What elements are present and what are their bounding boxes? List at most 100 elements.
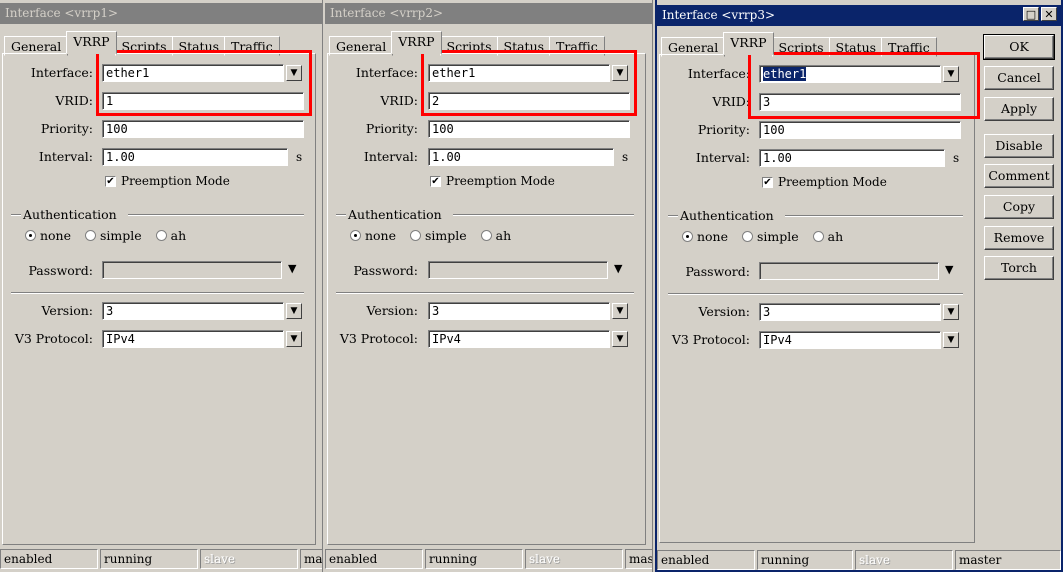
priority-input[interactable]: 100	[759, 121, 961, 139]
vrid-input[interactable]: 1	[102, 92, 304, 110]
version-label: Version:	[366, 303, 418, 318]
interval-input[interactable]: 1.00	[759, 149, 945, 167]
v3-protocol-label: V3 Protocol:	[14, 331, 93, 346]
authentication-divider	[128, 214, 304, 216]
password-dropdown-icon[interactable]: ▼	[614, 262, 622, 275]
ok-button[interactable]: OK	[983, 34, 1055, 60]
interface-select[interactable]: ether1	[428, 64, 610, 82]
status-bar: enabled running slave mas	[325, 549, 652, 569]
interval-unit: s	[296, 150, 303, 164]
interface-dropdown-icon[interactable]: ▼	[612, 65, 628, 81]
status-running: running	[425, 549, 523, 569]
v3-protocol-dropdown-icon[interactable]: ▼	[612, 331, 628, 347]
priority-label: Priority:	[40, 121, 93, 136]
password-input[interactable]	[102, 261, 282, 279]
preemption-label: Preemption Mode	[121, 174, 230, 188]
version-select[interactable]: 3	[102, 302, 284, 320]
interval-label: Interval:	[38, 149, 93, 164]
auth-simple-radio[interactable]	[85, 230, 96, 241]
password-input[interactable]	[759, 262, 939, 280]
version-dropdown-icon[interactable]: ▼	[943, 304, 959, 320]
authentication-title: Authentication	[680, 208, 774, 223]
auth-radio-group: none simple ah	[25, 228, 196, 243]
vrrp3-window: Interface <vrrp3> □ ✕ General VRRP Scripts…	[655, 0, 1063, 572]
auth-simple-radio[interactable]	[742, 231, 753, 242]
authentication-divider	[453, 214, 634, 216]
tab-vrrp[interactable]: VRRP	[391, 31, 442, 54]
v3-protocol-label: V3 Protocol:	[339, 331, 418, 346]
apply-button[interactable]: Apply	[984, 97, 1054, 121]
status-master: mas	[300, 549, 322, 569]
preemption-checkbox[interactable]: ✔	[430, 176, 441, 187]
preemption-label: Preemption Mode	[446, 174, 555, 188]
interval-label: Interval:	[695, 150, 750, 165]
disable-button[interactable]: Disable	[984, 134, 1054, 158]
interface-selected-value: ether1	[763, 67, 807, 81]
vrrp3-title[interactable]: Interface <vrrp3>	[657, 5, 1061, 26]
auth-ah-radio[interactable]	[155, 230, 167, 241]
auth-ah-radio[interactable]	[480, 230, 492, 241]
interface-label: Interface:	[687, 66, 750, 81]
auth-ah-label: ah	[170, 228, 187, 243]
auth-none-radio[interactable]	[682, 231, 693, 242]
version-dropdown-icon[interactable]: ▼	[286, 303, 302, 319]
status-master: master	[955, 550, 1061, 570]
auth-simple-radio[interactable]	[410, 230, 421, 241]
version-dropdown-icon[interactable]: ▼	[612, 303, 628, 319]
preemption-checkbox[interactable]: ✔	[762, 177, 773, 188]
v3-protocol-dropdown-icon[interactable]: ▼	[943, 332, 959, 348]
vrrp3-tabs: General VRRP Scripts Status Traffic	[661, 32, 937, 57]
v3-protocol-dropdown-icon[interactable]: ▼	[286, 331, 302, 347]
vrrp2-title[interactable]: Interface <vrrp2>	[325, 3, 652, 24]
preemption-checkbox[interactable]: ✔	[105, 176, 116, 187]
status-bar: enabled running slave master	[657, 550, 1061, 570]
auth-ah-radio[interactable]	[812, 231, 824, 242]
interface-dropdown-icon[interactable]: ▼	[943, 66, 959, 82]
auth-none-radio[interactable]	[25, 230, 36, 241]
auth-none-label: none	[364, 228, 397, 243]
status-slave: slave	[200, 549, 298, 569]
preemption-label: Preemption Mode	[778, 175, 887, 189]
tab-vrrp[interactable]: VRRP	[66, 31, 117, 54]
version-label: Version:	[698, 304, 750, 319]
interface-dropdown-icon[interactable]: ▼	[286, 65, 302, 81]
vrrp1-window: Interface <vrrp1> General VRRP Scripts Stat…	[0, 0, 323, 572]
torch-button[interactable]: Torch	[984, 256, 1054, 280]
vrrp1-tabs: General VRRP Scripts Status Traffic	[4, 31, 280, 56]
v3-protocol-select[interactable]: IPv4	[102, 330, 284, 348]
password-label: Password:	[685, 264, 750, 279]
status-bar: enabled running slave mas	[0, 549, 322, 569]
priority-input[interactable]: 100	[428, 120, 630, 138]
password-dropdown-icon[interactable]: ▼	[945, 263, 953, 276]
close-icon[interactable]: ✕	[1041, 7, 1057, 21]
cancel-button[interactable]: Cancel	[984, 66, 1054, 90]
vrid-input[interactable]: 3	[759, 93, 961, 111]
interface-select[interactable]: ether1	[102, 64, 284, 82]
interval-input[interactable]: 1.00	[102, 148, 288, 166]
version-select[interactable]: 3	[759, 303, 941, 321]
auth-simple-label: simple	[424, 228, 467, 243]
status-running: running	[100, 549, 198, 569]
password-dropdown-icon[interactable]: ▼	[288, 262, 296, 275]
v3-protocol-select[interactable]: IPv4	[428, 330, 610, 348]
password-input[interactable]	[428, 261, 608, 279]
comment-button[interactable]: Comment	[984, 164, 1054, 188]
section-divider	[336, 292, 634, 294]
interface-select[interactable]: ether1	[759, 65, 941, 83]
remove-button[interactable]: Remove	[984, 226, 1054, 250]
authentication-title: Authentication	[348, 207, 442, 222]
version-select[interactable]: 3	[428, 302, 610, 320]
priority-input[interactable]: 100	[102, 120, 304, 138]
interval-label: Interval:	[363, 149, 418, 164]
vrid-input[interactable]: 2	[428, 92, 630, 110]
interval-input[interactable]: 1.00	[428, 148, 614, 166]
restore-icon[interactable]: □	[1023, 7, 1039, 21]
tab-vrrp[interactable]: VRRP	[723, 32, 774, 55]
auth-none-label: none	[39, 228, 72, 243]
auth-none-radio[interactable]	[350, 230, 361, 241]
auth-ah-label: ah	[495, 228, 512, 243]
vrrp1-title[interactable]: Interface <vrrp1>	[0, 3, 322, 24]
v3-protocol-select[interactable]: IPv4	[759, 331, 941, 349]
auth-simple-label: simple	[756, 229, 799, 244]
copy-button[interactable]: Copy	[984, 195, 1054, 219]
